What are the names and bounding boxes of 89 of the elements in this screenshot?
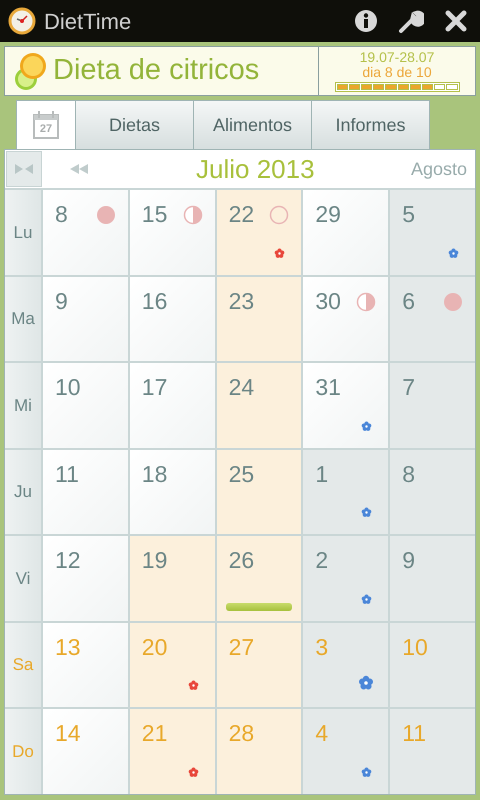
day-cell[interactable]: 22 xyxy=(216,190,302,275)
weekday-label: Ju xyxy=(14,481,32,504)
day-cell[interactable]: 24 xyxy=(216,363,302,448)
day-number: 12 xyxy=(55,546,81,574)
weekday-label: Sa xyxy=(12,654,34,676)
collapse-icon xyxy=(15,164,33,174)
day-cell[interactable]: 30 xyxy=(303,276,388,362)
day-cell[interactable]: 21 xyxy=(130,709,215,794)
app-title: DietTime xyxy=(44,8,132,36)
day-number: 18 xyxy=(142,460,168,488)
day-cell[interactable]: 5 xyxy=(390,190,475,275)
day-number: 17 xyxy=(142,373,168,402)
day-number: 26 xyxy=(228,546,254,574)
wrench-icon[interactable] xyxy=(398,8,424,34)
day-number: 10 xyxy=(55,373,81,402)
weekday-label: Do xyxy=(12,740,34,763)
close-icon[interactable] xyxy=(444,9,468,33)
month-title: Julio 2013 xyxy=(196,152,315,186)
day-cell[interactable]: 16 xyxy=(130,276,215,362)
day-cell[interactable]: 14 xyxy=(43,709,128,794)
day-number: 15 xyxy=(142,200,168,228)
day-cell[interactable]: 28 xyxy=(216,709,302,794)
day-number: 9 xyxy=(55,286,68,315)
tab[interactable]: Informes xyxy=(311,100,430,149)
day-cell[interactable]: 1 xyxy=(303,450,388,534)
day-number: 8 xyxy=(55,200,68,228)
day-number: 24 xyxy=(228,373,254,402)
day-number: 22 xyxy=(228,200,254,228)
day-number: 25 xyxy=(228,460,254,488)
diet-name: Dieta de citricos xyxy=(53,53,260,88)
day-number: 9 xyxy=(402,546,415,574)
day-number: 30 xyxy=(315,286,341,315)
day-number: 29 xyxy=(315,200,341,228)
weekday-label: Mi xyxy=(14,394,32,417)
day-number: 1 xyxy=(315,460,328,488)
day-number: 4 xyxy=(315,719,328,748)
day-number: 21 xyxy=(142,719,168,748)
day-number: 11 xyxy=(55,460,79,488)
day-number: 19 xyxy=(142,546,168,574)
day-cell[interactable]: 31 xyxy=(303,363,388,448)
day-number: 27 xyxy=(228,632,254,661)
day-number: 2 xyxy=(315,546,328,574)
day-cell[interactable]: 27 xyxy=(216,622,302,708)
clock-icon xyxy=(8,7,36,35)
weekday-label: Ma xyxy=(11,308,35,330)
calendar-tab[interactable]: 27 xyxy=(16,100,76,149)
day-number: 3 xyxy=(315,632,328,661)
day-cell[interactable]: 23 xyxy=(216,276,302,362)
day-cell[interactable]: 26 xyxy=(216,536,302,621)
day-number: 20 xyxy=(142,632,168,661)
day-cell[interactable]: 8 xyxy=(43,190,128,275)
day-number: 11 xyxy=(402,719,426,748)
day-cell[interactable]: 25 xyxy=(216,450,302,534)
day-number: 31 xyxy=(315,373,341,402)
day-cell[interactable]: 7 xyxy=(390,363,475,448)
day-cell[interactable]: 9 xyxy=(390,536,475,621)
calendar-icon xyxy=(32,110,60,140)
day-cell[interactable]: 12 xyxy=(43,536,128,621)
day-number: 23 xyxy=(228,286,254,315)
day-cell[interactable]: 13 xyxy=(43,622,128,708)
next-month-link[interactable]: Agosto xyxy=(410,156,467,182)
day-number: 7 xyxy=(402,373,415,402)
day-cell[interactable]: 29 xyxy=(303,190,388,275)
day-cell[interactable]: 19 xyxy=(130,536,215,621)
weekday-label: Lu xyxy=(14,222,32,244)
day-cell[interactable]: 15 xyxy=(130,190,215,275)
day-number: 14 xyxy=(55,719,81,748)
day-number: 10 xyxy=(402,632,428,661)
weekday-label: Vi xyxy=(16,568,30,590)
day-number: 13 xyxy=(55,632,81,661)
day-cell[interactable]: 10 xyxy=(43,363,128,448)
day-cell[interactable]: 18 xyxy=(130,450,215,534)
info-icon[interactable] xyxy=(354,9,378,33)
day-cell[interactable]: 8 xyxy=(390,450,475,534)
day-cell[interactable]: 9 xyxy=(43,276,128,362)
day-number: 16 xyxy=(142,286,168,315)
progress-text: dia 8 de 10 xyxy=(362,65,432,80)
day-cell[interactable]: 20 xyxy=(130,622,215,708)
day-cell[interactable]: 11 xyxy=(43,450,128,534)
day-cell[interactable]: 17 xyxy=(130,363,215,448)
day-cell[interactable]: 2 xyxy=(303,536,388,621)
day-number: 6 xyxy=(402,286,415,315)
date-range: 19.07-28.07 xyxy=(360,50,434,65)
day-number: 5 xyxy=(402,200,415,228)
tab[interactable]: Alimentos xyxy=(193,100,312,149)
tab[interactable]: Dietas xyxy=(75,100,194,149)
day-cell[interactable]: 6 xyxy=(390,276,475,362)
day-number: 28 xyxy=(228,719,254,748)
day-number: 8 xyxy=(402,460,415,488)
